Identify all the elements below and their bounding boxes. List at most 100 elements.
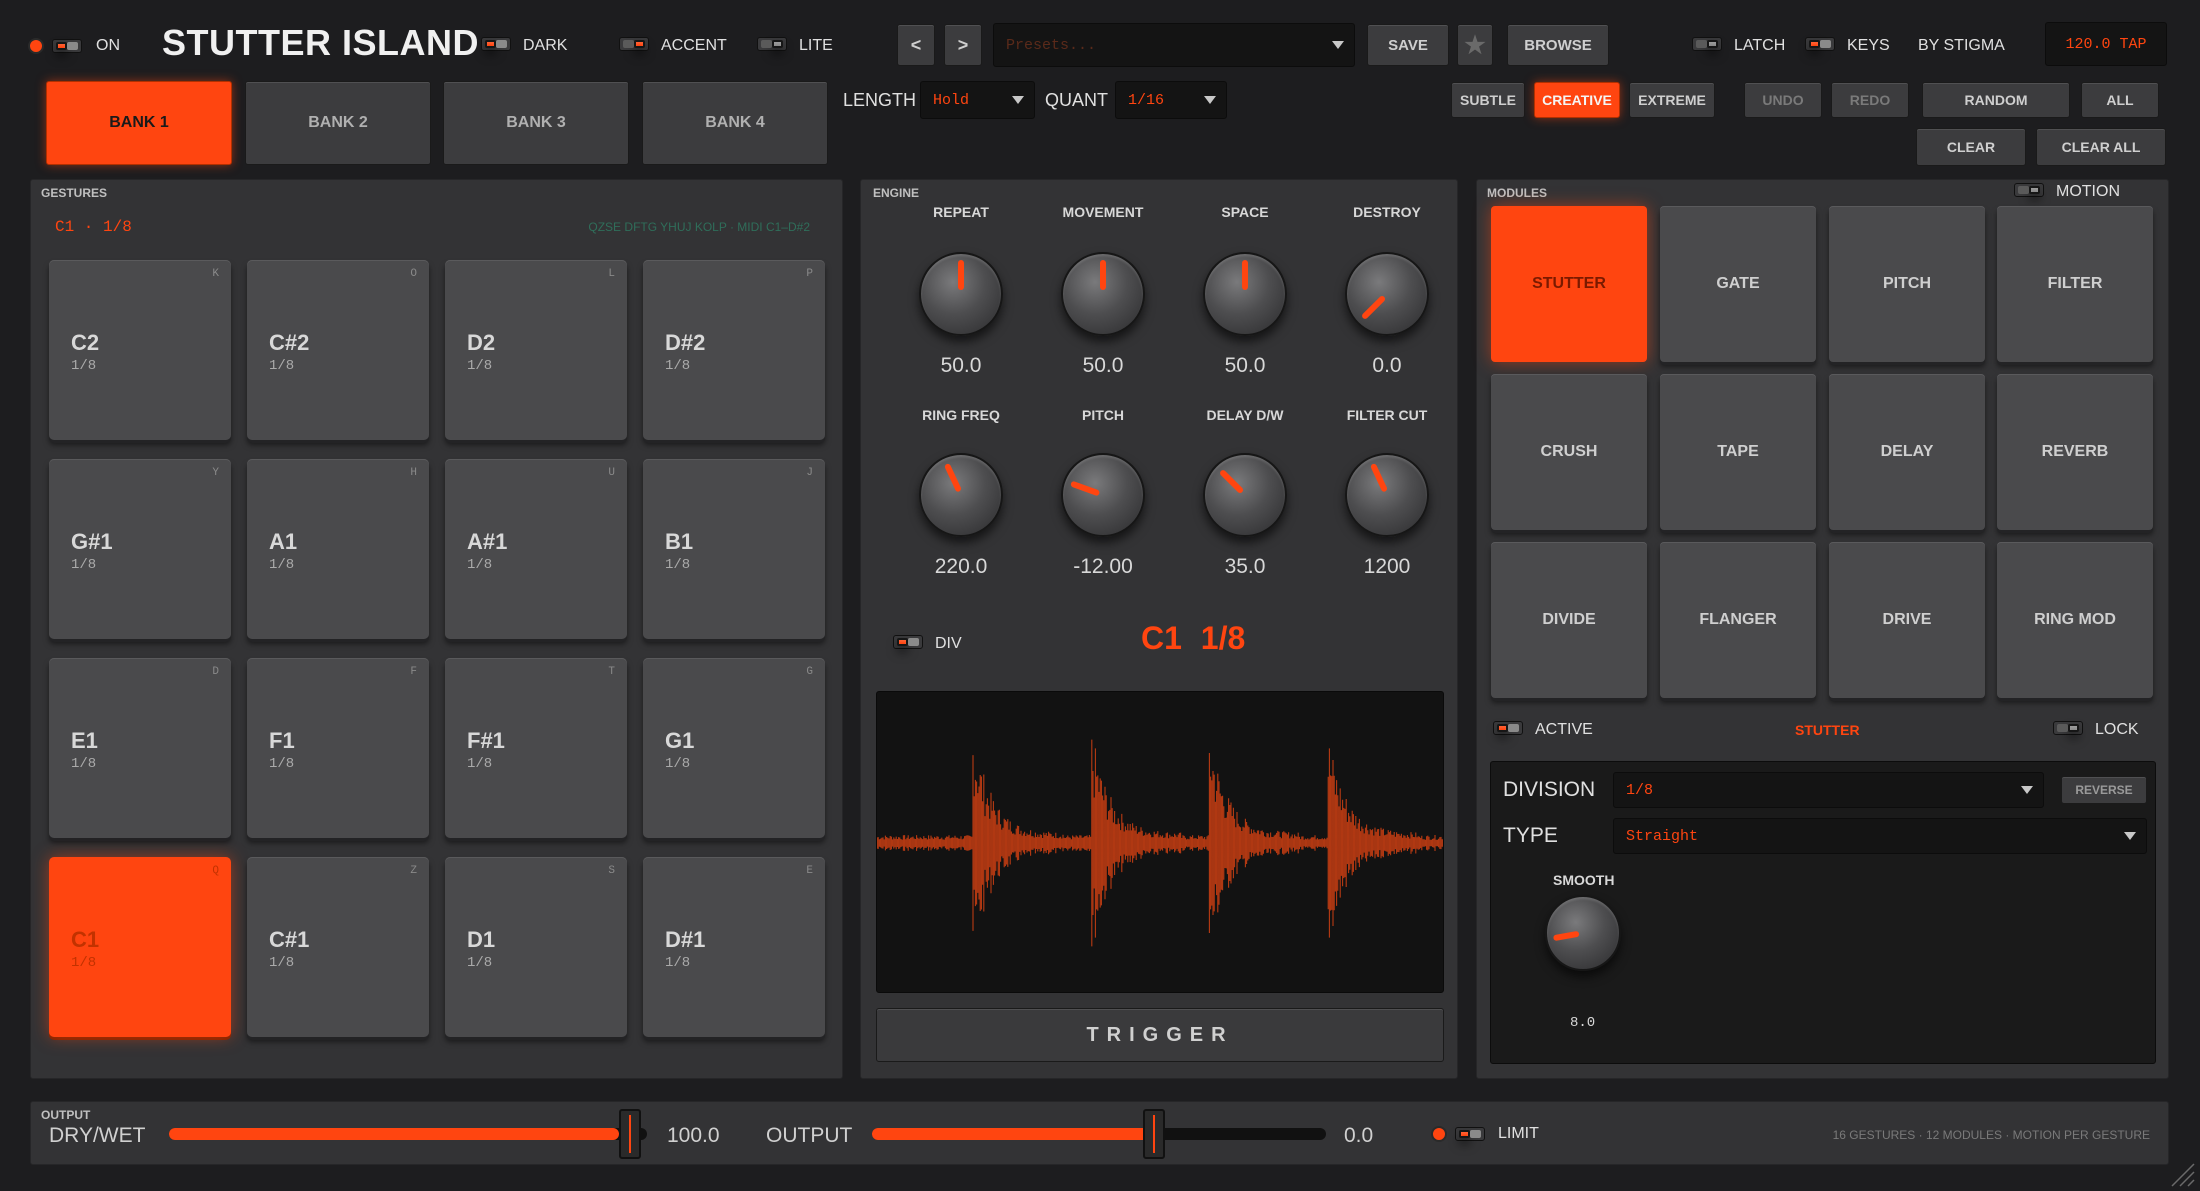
pad-note: G#1 <box>71 529 113 554</box>
knob-label: MOVEMENT <box>1062 204 1144 220</box>
module-button[interactable]: PITCH <box>1829 206 1985 362</box>
pad-note: E1 <box>71 728 98 753</box>
module-button[interactable]: CRUSH <box>1491 374 1647 530</box>
active-label: ACTIVE <box>1535 721 1593 738</box>
waveform-path <box>877 739 1443 947</box>
module-button[interactable]: DIVIDE <box>1491 542 1647 698</box>
clear-button[interactable]: CLEAR <box>1916 128 2026 166</box>
power-label: ON <box>96 37 120 54</box>
pad-division: 1/8 <box>665 358 691 374</box>
gesture-pad[interactable]: G G1 1/8 <box>643 658 825 838</box>
gesture-pad[interactable]: E D#1 1/8 <box>643 857 825 1037</box>
gesture-pad[interactable]: D E1 1/8 <box>49 658 231 838</box>
module-button[interactable]: TAPE <box>1660 374 1816 530</box>
dark-toggle[interactable] <box>481 37 511 51</box>
resize-handle-icon[interactable] <box>2170 1162 2196 1188</box>
module-button[interactable]: DELAY <box>1829 374 1985 530</box>
engine-knob[interactable] <box>1203 453 1287 537</box>
length-dropdown[interactable]: Hold <box>920 81 1035 119</box>
bank-1-button[interactable]: BANK 1 <box>46 81 232 165</box>
pad-division: 1/8 <box>71 358 97 374</box>
redo-button[interactable]: REDO <box>1831 82 1909 118</box>
power-toggle[interactable] <box>28 36 88 56</box>
engine-knob[interactable] <box>919 252 1003 336</box>
limit-toggle[interactable] <box>1431 1124 1491 1144</box>
knob-label: PITCH <box>1082 407 1124 423</box>
module-button[interactable]: FILTER <box>1997 206 2153 362</box>
gesture-pad[interactable]: J B1 1/8 <box>643 459 825 639</box>
pad-division: 1/8 <box>665 756 691 772</box>
lite-toggle[interactable] <box>757 37 787 51</box>
gesture-pad[interactable]: S D1 1/8 <box>445 857 627 1037</box>
engine-knob-group: SPACE 50.0 <box>1175 204 1315 394</box>
extreme-button[interactable]: EXTREME <box>1629 82 1715 118</box>
engine-knob[interactable] <box>1203 252 1287 336</box>
gesture-pad[interactable]: P D#2 1/8 <box>643 260 825 440</box>
module-active-toggle[interactable] <box>1493 721 1523 735</box>
preset-dropdown[interactable]: Presets... <box>993 23 1355 67</box>
lock-toggle[interactable] <box>2053 721 2083 735</box>
knob-label: REPEAT <box>933 204 989 220</box>
engine-knob[interactable] <box>1345 453 1429 537</box>
type-label: TYPE <box>1503 824 1558 847</box>
all-button[interactable]: ALL <box>2081 82 2159 118</box>
pad-division: 1/8 <box>467 358 493 374</box>
smooth-label: SMOOTH <box>1553 872 1615 888</box>
pad-division: 1/8 <box>269 557 295 573</box>
gesture-pad[interactable]: T F#1 1/8 <box>445 658 627 838</box>
bank-2-button[interactable]: BANK 2 <box>245 81 431 165</box>
pad-key: L <box>608 268 615 280</box>
gesture-pad[interactable]: U A#1 1/8 <box>445 459 627 639</box>
engine-knob-group: RING FREQ 220.0 <box>891 407 1031 597</box>
bank-3-button[interactable]: BANK 3 <box>443 81 629 165</box>
random-button[interactable]: RANDOM <box>1922 82 2070 118</box>
gesture-pad[interactable]: O C#2 1/8 <box>247 260 429 440</box>
browse-button[interactable]: BROWSE <box>1507 24 1609 66</box>
bank-4-button[interactable]: BANK 4 <box>642 81 828 165</box>
pad-key: E <box>806 865 813 877</box>
gesture-pad[interactable]: L D2 1/8 <box>445 260 627 440</box>
module-button[interactable]: GATE <box>1660 206 1816 362</box>
reverse-button[interactable]: REVERSE <box>2061 776 2147 804</box>
quant-dropdown[interactable]: 1/16 <box>1115 81 1227 119</box>
gesture-pad[interactable]: Y G#1 1/8 <box>49 459 231 639</box>
prev-preset-button[interactable]: < <box>897 24 935 66</box>
engine-knob[interactable] <box>919 453 1003 537</box>
subtle-button[interactable]: SUBTLE <box>1451 82 1525 118</box>
gesture-pad[interactable]: F F1 1/8 <box>247 658 429 838</box>
pad-note: D2 <box>467 330 496 355</box>
module-button[interactable]: REVERB <box>1997 374 2153 530</box>
output-label: OUTPUT <box>766 1124 853 1147</box>
creative-button[interactable]: CREATIVE <box>1534 82 1620 118</box>
gesture-pad[interactable]: H A1 1/8 <box>247 459 429 639</box>
gesture-pad[interactable]: Q C1 1/8 <box>49 857 231 1037</box>
pad-key: F <box>410 666 417 678</box>
smooth-knob[interactable] <box>1545 895 1621 971</box>
engine-knob[interactable] <box>1061 252 1145 336</box>
save-button[interactable]: SAVE <box>1367 24 1449 66</box>
module-button[interactable]: FLANGER <box>1660 542 1816 698</box>
trigger-button[interactable]: TRIGGER <box>876 1008 1444 1062</box>
next-preset-button[interactable]: > <box>944 24 982 66</box>
engine-knob[interactable] <box>1061 453 1145 537</box>
engine-knob[interactable] <box>1345 252 1429 336</box>
favorite-button[interactable]: ★ <box>1457 24 1493 66</box>
tempo-tap-button[interactable]: 120.0 TAP <box>2045 22 2167 66</box>
motion-toggle[interactable] <box>2014 183 2044 197</box>
div-toggle[interactable] <box>893 635 923 649</box>
division-dropdown[interactable]: 1/8 <box>1613 772 2044 808</box>
division-label: DIVISION <box>1503 778 1596 801</box>
clear-all-button[interactable]: CLEAR ALL <box>2036 128 2166 166</box>
limit-label: LIMIT <box>1498 1125 1539 1142</box>
latch-toggle[interactable] <box>1692 37 1722 51</box>
undo-button[interactable]: UNDO <box>1744 82 1822 118</box>
accent-toggle[interactable] <box>619 37 649 51</box>
module-button[interactable]: STUTTER <box>1491 206 1647 362</box>
gesture-pad[interactable]: K C2 1/8 <box>49 260 231 440</box>
gesture-pad[interactable]: Z C#1 1/8 <box>247 857 429 1037</box>
pad-note: F#1 <box>467 728 505 753</box>
module-button[interactable]: RING MOD <box>1997 542 2153 698</box>
type-dropdown[interactable]: Straight <box>1613 818 2147 854</box>
keys-toggle[interactable] <box>1805 37 1835 51</box>
module-button[interactable]: DRIVE <box>1829 542 1985 698</box>
